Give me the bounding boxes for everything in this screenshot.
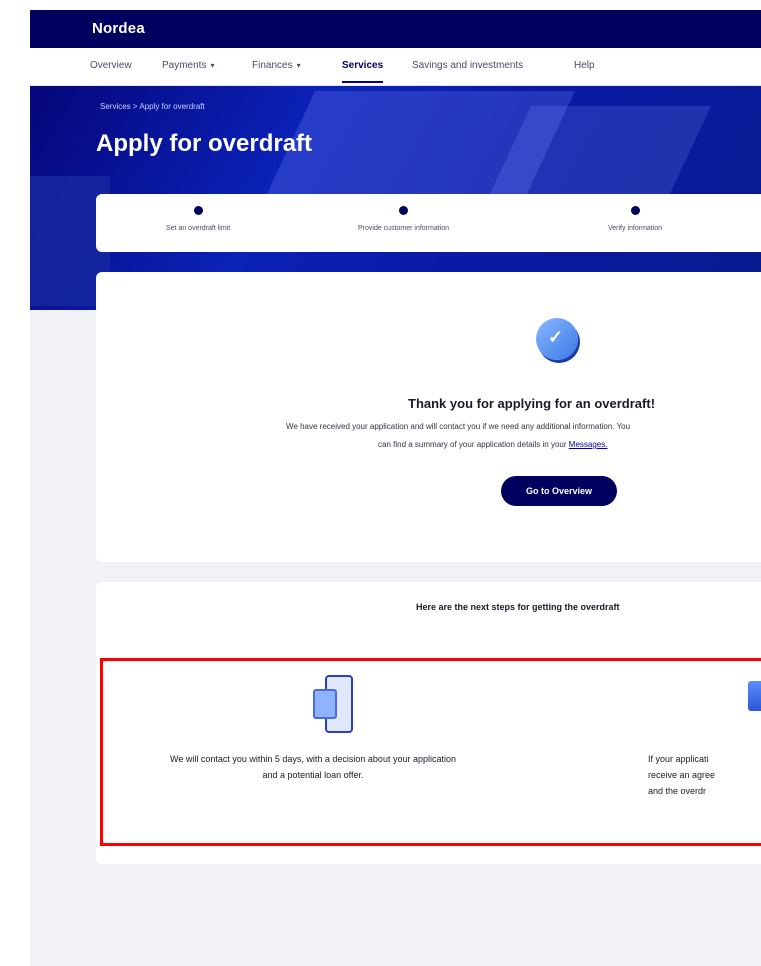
progress-stepper: Set an overdraft limit Provide customer … xyxy=(96,194,761,252)
confirmation-card: ✓ Thank you for applying for an overdraf… xyxy=(96,272,761,562)
main-navigation: Overview Payments ▾ Finances ▾ Services Sa… xyxy=(30,48,761,86)
step-label: Verify information xyxy=(608,225,663,232)
breadcrumb[interactable]: Services > Apply for overdraft xyxy=(100,102,205,111)
messages-link[interactable]: Messages. xyxy=(569,440,608,449)
step-1: Set an overdraft limit xyxy=(166,206,230,232)
highlighted-steps-region: We will contact you within 5 days, with … xyxy=(100,658,761,846)
app-page: Nordea Overview Payments ▾ Finances ▾ Serv… xyxy=(30,10,761,966)
go-to-overview-button[interactable]: Go to Overview xyxy=(501,476,617,506)
confirmation-text: We have received your application and wi… xyxy=(286,422,631,431)
nav-item-overview[interactable]: Overview xyxy=(90,60,132,71)
chevron-down-icon: ▾ xyxy=(210,61,215,70)
phone-icon xyxy=(311,675,357,737)
step-3: Verify information xyxy=(608,206,662,232)
confirmation-title: Thank you for applying for an overdraft! xyxy=(408,396,656,411)
next-steps-card: Here are the next steps for getting the … xyxy=(96,582,761,864)
confirmation-text: can find a summary of your application d… xyxy=(378,440,608,449)
step-label: Provide customer information xyxy=(358,225,450,232)
nav-item-payments[interactable]: Payments ▾ xyxy=(162,60,214,71)
checkmark-icon: ✓ xyxy=(536,318,578,360)
step-dot xyxy=(630,206,640,215)
chevron-down-icon: ▾ xyxy=(296,61,301,70)
nav-item-savings[interactable]: Savings and investments xyxy=(412,60,523,71)
step-label: Set an overdraft limit xyxy=(166,225,231,232)
step-dot xyxy=(399,206,409,215)
page-title: Apply for overdraft xyxy=(96,130,313,157)
nordea-logo[interactable]: Nordea xyxy=(92,20,145,37)
nav-item-services[interactable]: Services xyxy=(342,60,384,83)
step-dot xyxy=(193,206,203,215)
nav-item-finances[interactable]: Finances ▾ xyxy=(252,60,301,71)
next-step-text: If your applicati receive an agree and t… xyxy=(648,754,716,796)
next-steps-title: Here are the next steps for getting the … xyxy=(416,602,620,612)
tray-icon xyxy=(748,681,761,711)
top-bar: Nordea xyxy=(30,10,761,48)
step-2: Provide customer information xyxy=(358,206,449,232)
next-step-text: We will contact you within 5 days, with … xyxy=(170,754,456,780)
nav-item-help[interactable]: Help xyxy=(574,60,595,71)
